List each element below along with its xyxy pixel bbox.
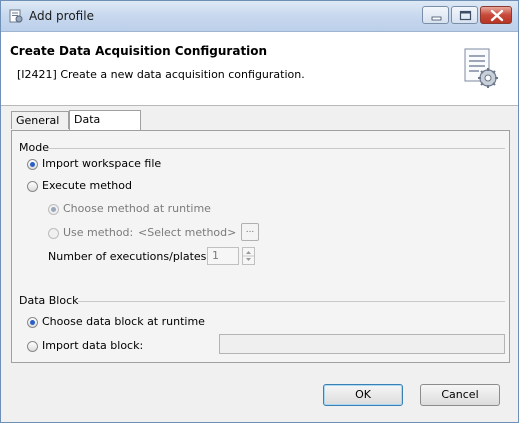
use-method-label[interactable]: Use method: (63, 226, 133, 239)
executions-input[interactable]: 1 (207, 247, 239, 265)
profile-icon (9, 9, 23, 23)
configuration-icon (464, 48, 498, 88)
mode-group-label: Mode (19, 141, 52, 154)
import-data-block-radio[interactable] (27, 341, 38, 352)
title-bar[interactable]: Add profile (1, 1, 518, 32)
header-message: [I2421] Create a new data acquisition co… (17, 68, 305, 81)
add-profile-dialog: Add profile Create Data Acquisition Conf… (0, 0, 519, 423)
data-block-group-label: Data Block (19, 294, 82, 307)
mode-separator (49, 148, 505, 149)
cancel-button[interactable]: Cancel (420, 384, 500, 406)
minimize-button[interactable] (422, 6, 449, 24)
execute-method-label[interactable]: Execute method (42, 179, 132, 192)
choose-data-block-label[interactable]: Choose data block at runtime (42, 315, 205, 328)
ok-button[interactable]: OK (323, 384, 403, 406)
select-method-value: <Select method> (138, 226, 237, 239)
import-data-block-field[interactable] (219, 334, 505, 354)
window-title: Add profile (29, 9, 94, 23)
maximize-icon (459, 10, 472, 21)
close-icon (490, 9, 504, 22)
dialog-header: Create Data Acquisition Configuration [I… (1, 32, 518, 106)
maximize-button[interactable] (451, 6, 478, 24)
spinner-arrows-icon (243, 251, 254, 261)
import-workspace-radio[interactable] (27, 159, 38, 170)
tab-general[interactable]: General (11, 111, 69, 129)
data-source-panel: Mode Import workspace file Execute metho… (11, 130, 510, 363)
choose-method-runtime-radio[interactable] (48, 204, 59, 215)
import-workspace-label[interactable]: Import workspace file (42, 157, 161, 170)
executions-spinner[interactable] (242, 247, 255, 265)
import-data-block-label[interactable]: Import data block: (42, 339, 143, 352)
minimize-icon (431, 16, 442, 21)
close-button[interactable] (480, 6, 512, 24)
execute-method-radio[interactable] (27, 181, 38, 192)
header-title: Create Data Acquisition Configuration (10, 44, 268, 58)
tab-data-source[interactable]: Data Source (69, 110, 141, 143)
browse-method-button[interactable]: ... (241, 223, 259, 241)
use-method-radio[interactable] (48, 228, 59, 239)
choose-data-block-radio[interactable] (27, 317, 38, 328)
data-block-separator (78, 301, 505, 302)
executions-label: Number of executions/plates: (48, 250, 211, 263)
choose-method-runtime-label[interactable]: Choose method at runtime (63, 202, 211, 215)
